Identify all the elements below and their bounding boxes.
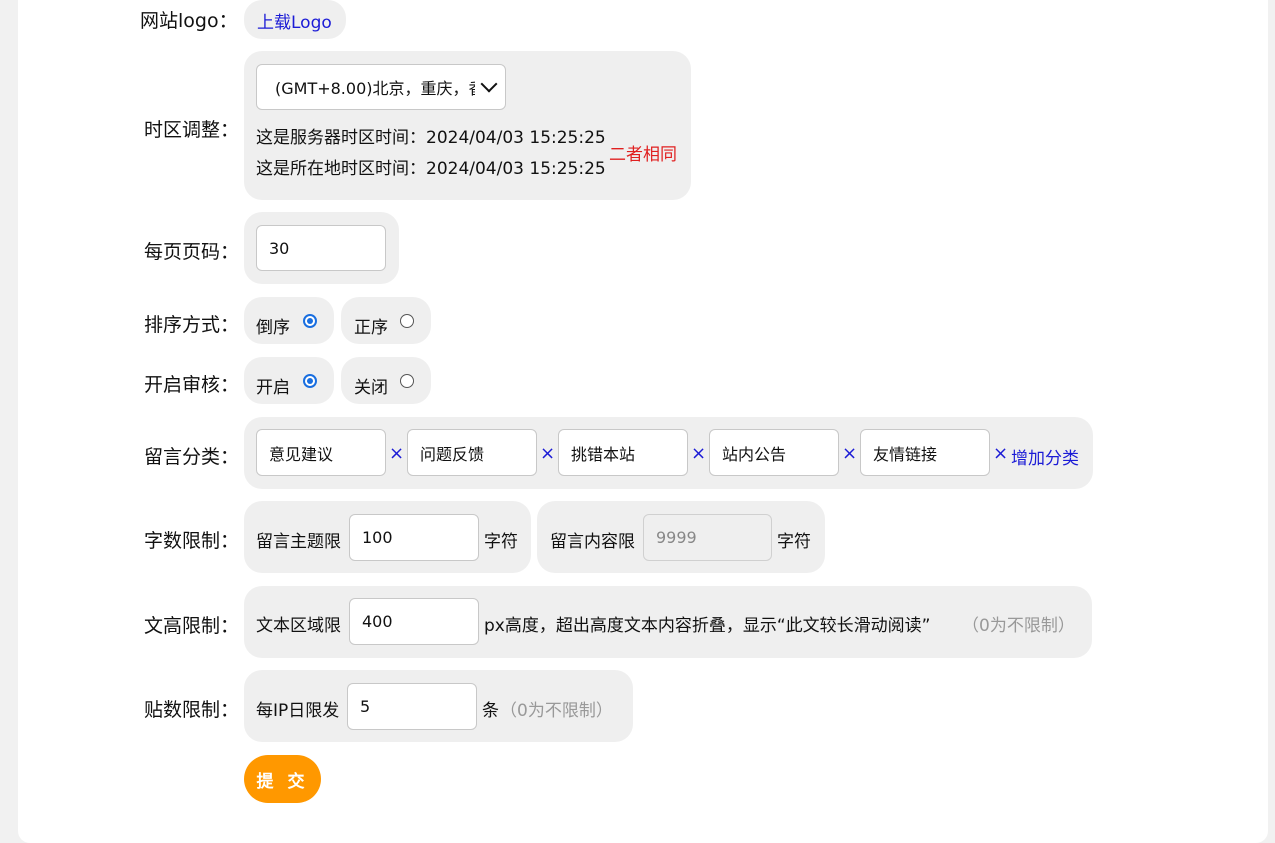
category-remove-icon[interactable]: × xyxy=(540,443,555,464)
subject-limit-label: 留言主题限 xyxy=(256,532,341,552)
category-remove-icon[interactable]: × xyxy=(842,443,857,464)
height-limit-hint: （0为不限制） xyxy=(962,616,1075,636)
category-input[interactable]: 站内公告 xyxy=(709,429,839,476)
height-limit-suffix: px高度，超出高度文本内容折叠，显示“此文较长滑动阅读” xyxy=(484,616,931,636)
add-category-link[interactable]: 增加分类 xyxy=(1011,444,1079,469)
server-time: 这是服务器时区时间：2024/04/03 15:25:25 xyxy=(256,128,606,148)
content-limit-unit: 字符 xyxy=(777,532,811,552)
sort-desc-radio[interactable] xyxy=(303,314,317,328)
content-limit-input[interactable]: 9999 xyxy=(643,514,772,561)
timezone-label: 时区调整： xyxy=(144,119,240,141)
post-limit-input[interactable]: 5 xyxy=(347,683,477,730)
sort-asc-radio[interactable] xyxy=(400,314,414,328)
category-input[interactable]: 友情链接 xyxy=(860,429,990,476)
categories-label: 留言分类： xyxy=(144,446,240,468)
per-page-input[interactable]: 30 xyxy=(256,225,386,271)
post-limit-unit: 条 xyxy=(482,701,499,721)
category-remove-icon[interactable]: × xyxy=(993,443,1008,464)
review-off-radio[interactable] xyxy=(400,374,414,388)
category-input[interactable]: 挑错本站 xyxy=(558,429,688,476)
logo-label: 网站logo： xyxy=(140,10,238,32)
upload-logo-link[interactable]: 上载Logo xyxy=(257,8,332,33)
subject-limit-input[interactable]: 100 xyxy=(349,514,479,561)
post-limit-prefix: 每IP日限发 xyxy=(256,701,340,721)
category-remove-icon[interactable]: × xyxy=(691,443,706,464)
post-limit-label: 贴数限制： xyxy=(144,699,240,721)
subject-limit-unit: 字符 xyxy=(484,532,518,552)
post-limit-hint: （0为不限制） xyxy=(500,701,613,721)
submit-button[interactable]: 提 交 xyxy=(244,755,321,803)
category-input[interactable]: 意见建议 xyxy=(256,429,386,476)
height-limit-input[interactable]: 400 xyxy=(349,598,479,645)
sort-asc-label: 正序 xyxy=(354,318,388,338)
review-off-label: 关闭 xyxy=(354,378,388,398)
local-time: 这是所在地时区时间：2024/04/03 15:25:25 xyxy=(256,159,606,179)
char-limit-label: 字数限制： xyxy=(144,530,240,552)
sort-desc-label: 倒序 xyxy=(256,318,290,338)
category-remove-icon[interactable]: × xyxy=(389,443,404,464)
review-on-radio[interactable] xyxy=(303,374,317,388)
height-limit-label: 文高限制： xyxy=(144,615,240,637)
time-same-indicator: 二者相同 xyxy=(609,145,677,165)
chevron-down-icon xyxy=(480,75,498,93)
content-limit-label: 留言内容限 xyxy=(550,532,635,552)
review-on-label: 开启 xyxy=(256,378,290,398)
sort-label: 排序方式： xyxy=(144,314,240,336)
height-limit-prefix: 文本区域限 xyxy=(256,616,341,636)
timezone-select[interactable]: (GMT+8.00)北京，重庆，香港 xyxy=(256,64,506,110)
per-page-label: 每页页码： xyxy=(144,241,240,263)
category-input[interactable]: 问题反馈 xyxy=(407,429,537,476)
timezone-select-value: (GMT+8.00)北京，重庆，香港 xyxy=(275,79,475,98)
review-label: 开启审核： xyxy=(144,374,240,396)
